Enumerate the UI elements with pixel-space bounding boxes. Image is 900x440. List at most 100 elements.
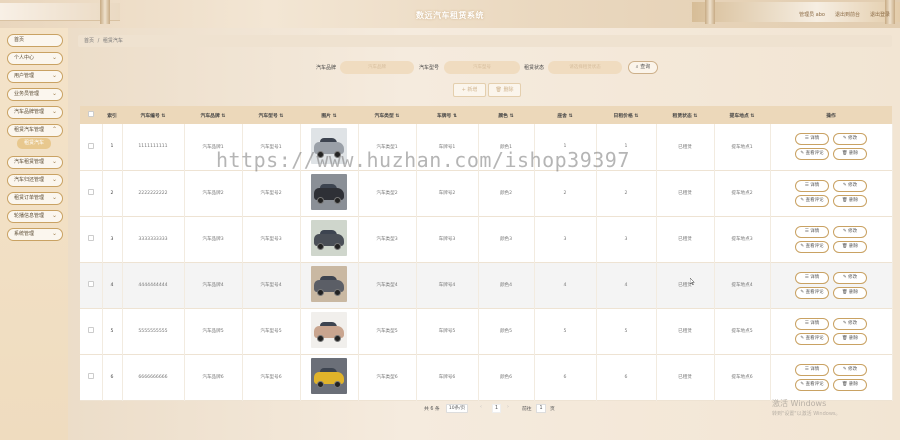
- page-size-select[interactable]: 10条/页: [446, 404, 468, 413]
- next-page-icon[interactable]: ›: [507, 405, 509, 410]
- cell-plate: 车牌号2: [416, 170, 479, 216]
- row-select-cell[interactable]: [80, 216, 103, 262]
- detail-button[interactable]: ☰ 详情: [795, 179, 829, 192]
- detail-button[interactable]: ☰ 详情: [795, 317, 829, 330]
- edit-button[interactable]: ✎ 修改: [833, 179, 867, 192]
- goto-page-input[interactable]: 1: [536, 404, 546, 413]
- sidebar-item-carousel[interactable]: 轮播信息管理 ⌄: [7, 210, 63, 223]
- car-thumbnail[interactable]: [311, 174, 347, 210]
- sidebar-subitem-rental-cars[interactable]: 租赁汽车: [17, 138, 51, 149]
- status-select[interactable]: [548, 61, 622, 74]
- chevron-down-icon: ⌄: [51, 176, 57, 183]
- car-thumbnail[interactable]: [311, 358, 347, 394]
- checkbox[interactable]: [87, 281, 94, 287]
- sidebar-item-salesmen[interactable]: 业务员管理 ⌄: [7, 88, 63, 101]
- cell-price: 6: [596, 354, 657, 400]
- car-thumbnail[interactable]: [311, 312, 347, 348]
- header-status[interactable]: 租赁状态 ⇅: [656, 106, 714, 124]
- breadcrumb-home[interactable]: 首页: [84, 38, 94, 44]
- header-color[interactable]: 颜色 ⇅: [478, 106, 534, 124]
- cell-index: 4: [102, 262, 123, 308]
- edit-button[interactable]: ✎ 修改: [833, 133, 867, 146]
- logout-link[interactable]: 退出登录: [870, 11, 890, 18]
- header-code[interactable]: 汽车编号 ⇅: [122, 106, 184, 124]
- page-number[interactable]: 1: [492, 404, 501, 413]
- table-row[interactable]: 5 5555555555 汽车品牌5 汽车型号5 汽车类型5 车牌号5 颜色5 …: [80, 308, 893, 354]
- model-search-input[interactable]: [444, 61, 520, 74]
- car-thumbnail[interactable]: [311, 266, 347, 302]
- view-reviews-button[interactable]: ✎ 查看评论: [795, 332, 829, 345]
- checkbox[interactable]: [87, 373, 94, 379]
- query-button[interactable]: ⌕ 查询: [628, 61, 658, 74]
- batch-delete-button[interactable]: 🗑 删除: [488, 83, 521, 97]
- sidebar-item-car-brands[interactable]: 汽车品牌管理 ⌄: [7, 106, 63, 119]
- table-row[interactable]: 3 3333333333 汽车品牌3 汽车型号3 汽车类型3 车牌号3 颜色3 …: [80, 216, 893, 262]
- sidebar-item-rental-cars[interactable]: 租赁汽车管理 ⌃: [7, 124, 63, 137]
- header-label: 租赁状态: [672, 113, 692, 119]
- sidebar-item-system[interactable]: 系统管理 ⌄: [7, 228, 63, 241]
- sidebar-item-car-rental[interactable]: 汽车租赁管理 ⌄: [7, 156, 63, 169]
- sidebar-item-rental-orders[interactable]: 租赁订单管理 ⌄: [7, 192, 63, 205]
- checkbox[interactable]: [87, 189, 94, 195]
- delete-button[interactable]: 🗑 删除: [833, 148, 867, 161]
- status-label: 租赁状态: [524, 65, 545, 71]
- cell-place: 提车地点1: [714, 124, 771, 170]
- edit-button[interactable]: ✎ 修改: [833, 225, 867, 238]
- edit-button[interactable]: ✎ 修改: [833, 271, 867, 284]
- cell-type: 汽车类型2: [358, 170, 417, 216]
- header-type[interactable]: 汽车类型 ⇅: [358, 106, 416, 124]
- delete-button[interactable]: 🗑 删除: [833, 240, 867, 253]
- prev-page-icon[interactable]: ‹: [480, 405, 482, 410]
- row-select-cell[interactable]: [80, 308, 103, 354]
- header-label: 汽车类型: [374, 113, 394, 119]
- detail-button[interactable]: ☰ 详情: [795, 225, 829, 238]
- row-select-cell[interactable]: [80, 262, 103, 308]
- table-row[interactable]: 4 4444444444 汽车品牌4 汽车型号4 汽车类型4 车牌号4 颜色4 …: [80, 262, 893, 308]
- view-reviews-button[interactable]: ✎ 查看评论: [795, 148, 829, 161]
- edit-button[interactable]: ✎ 修改: [833, 317, 867, 330]
- admin-user-link[interactable]: 管理员 abo: [799, 11, 825, 18]
- car-thumbnail[interactable]: [311, 220, 347, 256]
- row-actions: ☰ 详情 ✎ 修改 ✎ 查看评论 🗑 删除: [771, 271, 892, 299]
- delete-button[interactable]: 🗑 删除: [833, 378, 867, 391]
- sidebar-item-car-return[interactable]: 汽车归还管理 ⌄: [7, 174, 63, 187]
- table-row[interactable]: 6 6666666666 汽车品牌6 汽车型号6 汽车类型6 车牌号6 颜色6 …: [80, 354, 893, 400]
- cell-model: 汽车型号6: [242, 354, 301, 400]
- view-reviews-button[interactable]: ✎ 查看评论: [795, 286, 829, 299]
- delete-button[interactable]: 🗑 删除: [833, 194, 867, 207]
- checkbox[interactable]: [87, 235, 94, 241]
- detail-button[interactable]: ☰ 详情: [795, 271, 829, 284]
- view-reviews-button[interactable]: ✎ 查看评论: [795, 378, 829, 391]
- checkbox[interactable]: [87, 327, 94, 333]
- view-reviews-button[interactable]: ✎ 查看评论: [795, 194, 829, 207]
- cell-plate: 车牌号5: [416, 308, 479, 354]
- header-price[interactable]: 日租价格 ⇅: [596, 106, 656, 124]
- delete-button[interactable]: 🗑 删除: [833, 332, 867, 345]
- header-label: 车牌号: [436, 113, 452, 119]
- add-button[interactable]: + 新增: [453, 83, 486, 97]
- sort-icon: ⇅: [332, 113, 337, 119]
- front-page-link[interactable]: 退出到前台: [835, 11, 860, 18]
- cell-code: 1111111111: [122, 124, 185, 170]
- row-select-cell[interactable]: [80, 354, 103, 400]
- header-plate[interactable]: 车牌号 ⇅: [416, 106, 478, 124]
- row-actions: ☰ 详情 ✎ 修改 ✎ 查看评论 🗑 删除: [771, 179, 892, 207]
- checkbox[interactable]: [87, 142, 94, 149]
- header-place[interactable]: 提车地点 ⇅: [714, 106, 770, 124]
- header-seats[interactable]: 座舍 ⇅: [534, 106, 596, 124]
- detail-button[interactable]: ☰ 详情: [795, 133, 829, 146]
- header-model[interactable]: 汽车型号 ⇅: [242, 106, 300, 124]
- delete-button[interactable]: 🗑 删除: [833, 286, 867, 299]
- view-reviews-button[interactable]: ✎ 查看评论: [795, 240, 829, 253]
- table-row[interactable]: 2 2222222222 汽车品牌2 汽车型号2 汽车类型2 车牌号2 颜色2 …: [80, 170, 893, 216]
- brand-search-input[interactable]: [340, 61, 414, 74]
- header-select-all[interactable]: [80, 106, 102, 124]
- detail-button[interactable]: ☰ 详情: [795, 363, 829, 376]
- header-image[interactable]: 图片 ⇅: [300, 106, 358, 124]
- sidebar-item-home[interactable]: 首页: [7, 34, 63, 47]
- row-select-cell[interactable]: [80, 170, 103, 216]
- header-brand[interactable]: 汽车品牌 ⇅: [184, 106, 242, 124]
- row-select-cell[interactable]: [80, 124, 103, 170]
- edit-button[interactable]: ✎ 修改: [833, 363, 867, 376]
- checkbox[interactable]: [88, 111, 94, 117]
